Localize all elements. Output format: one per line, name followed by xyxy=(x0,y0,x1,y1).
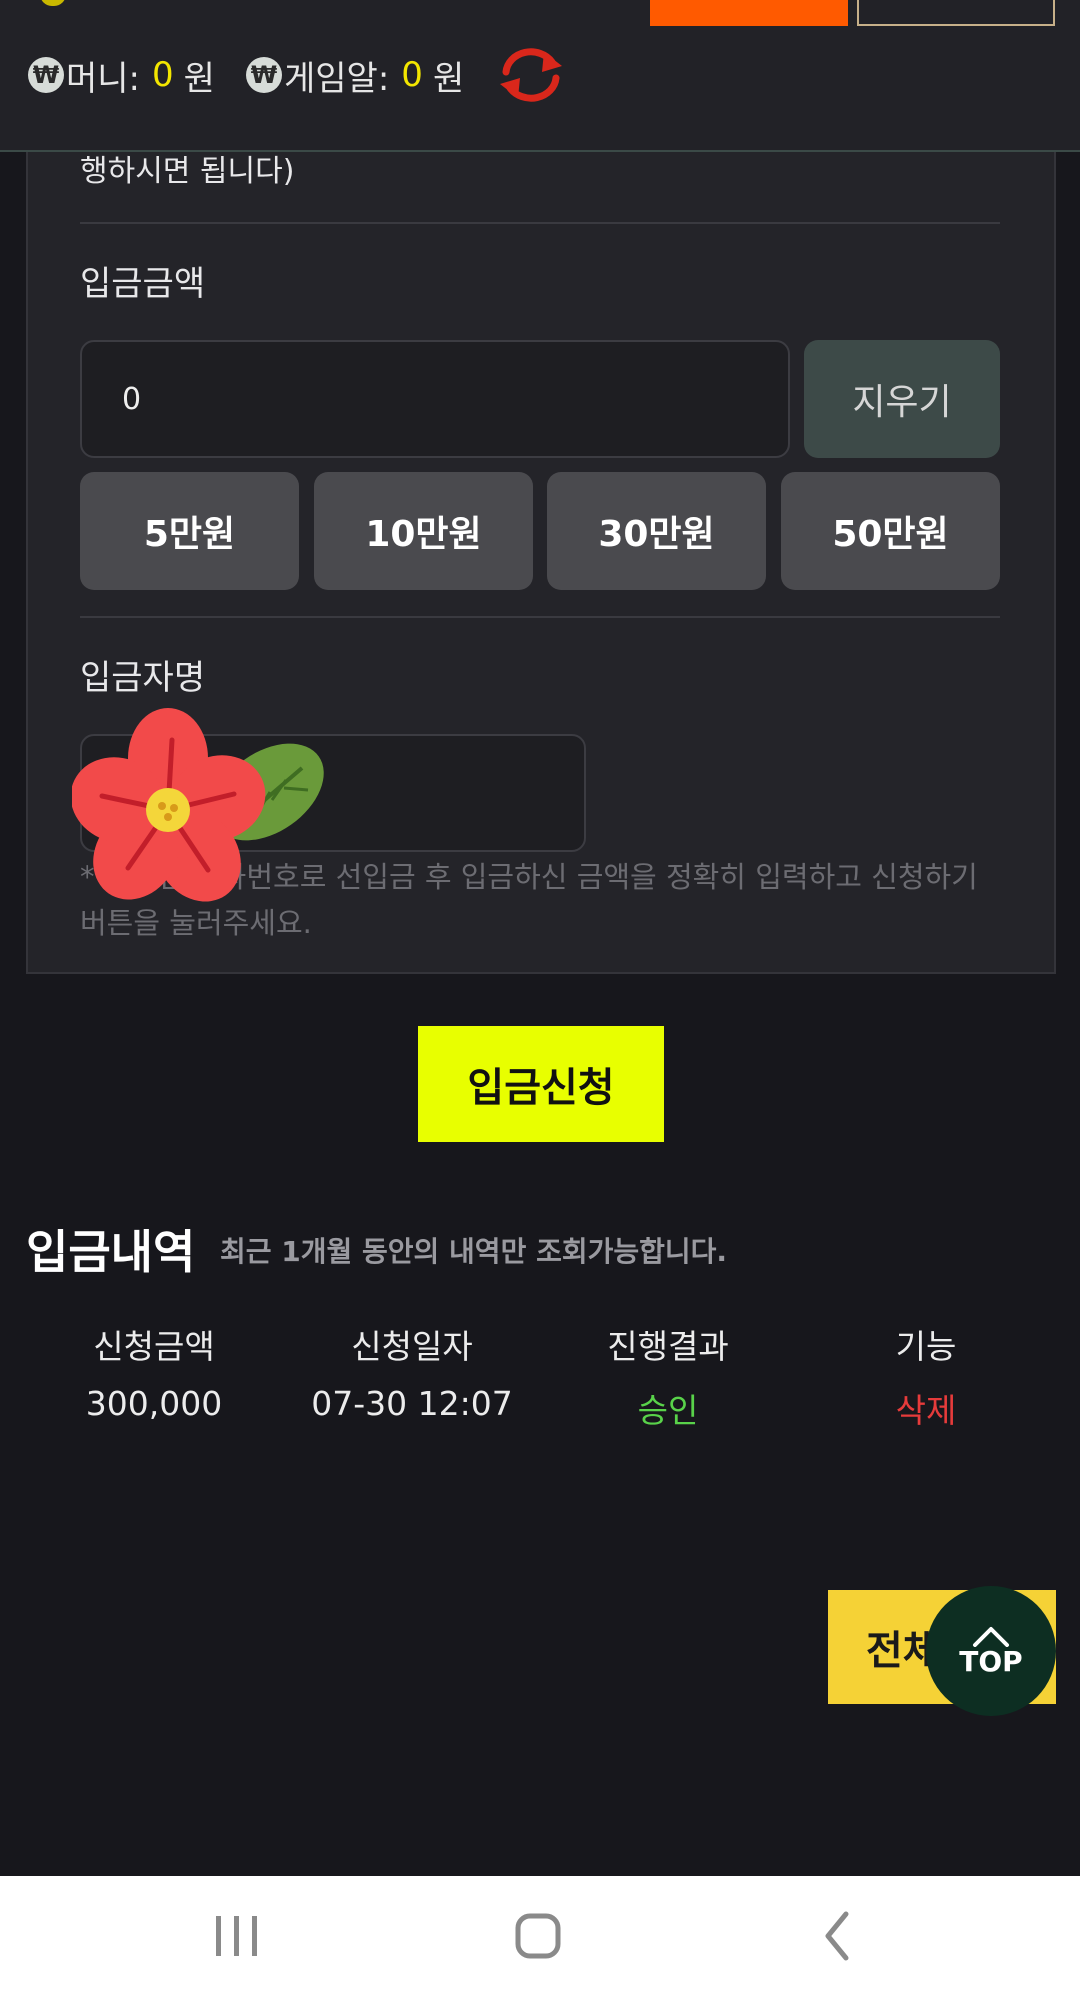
preset-30man-button[interactable]: 30만원 xyxy=(547,472,766,590)
divider xyxy=(80,616,1000,618)
instruction-tail-text: 행하시면 됩니다) xyxy=(80,154,295,189)
row-amount: 300,000 xyxy=(85,1384,223,1423)
column-header-date: 신청일자 xyxy=(351,1327,473,1366)
chevron-up-icon xyxy=(973,1626,1009,1647)
top-header: ₩ 머니: 0 원 ₩ 게임알: 0 원 xyxy=(0,0,1080,152)
flower-sticker-icon xyxy=(72,708,324,902)
money-currency: 원 xyxy=(183,58,215,99)
header-outline-button[interactable] xyxy=(857,0,1055,26)
header-orange-button[interactable] xyxy=(650,0,848,26)
clear-button[interactable]: 지우기 xyxy=(804,340,1000,458)
home-icon[interactable] xyxy=(498,1906,578,1966)
back-icon[interactable] xyxy=(800,1906,880,1966)
preset-50man-button[interactable]: 50만원 xyxy=(781,472,1000,590)
game-currency: 원 xyxy=(432,58,465,99)
divider xyxy=(80,222,1000,224)
scroll-top-button[interactable]: TOP xyxy=(926,1586,1056,1716)
top-label: TOP xyxy=(959,1644,1023,1678)
recent-apps-icon[interactable] xyxy=(196,1906,276,1966)
column-header-result: 진행결과 xyxy=(607,1327,729,1366)
money-value: 0 xyxy=(152,55,174,95)
preset-10man-button[interactable]: 10만원 xyxy=(314,472,533,590)
history-subtitle: 최근 1개월 동안의 내역만 조회가능합니다. xyxy=(220,1235,728,1268)
money-balance: ₩ 머니: 0 원 xyxy=(28,52,215,99)
column-header-amount: 신청금액 xyxy=(93,1327,215,1366)
row-delete-button[interactable]: 삭제 xyxy=(798,1384,1054,1432)
amount-label: 입금금액 xyxy=(80,264,206,304)
logo-icon xyxy=(40,0,66,6)
won-icon: ₩ xyxy=(246,57,282,93)
row-result-status: 승인 xyxy=(637,1391,699,1430)
game-value: 0 xyxy=(401,55,423,95)
preset-5man-button[interactable]: 5만원 xyxy=(80,472,299,590)
history-title: 입금내역 xyxy=(26,1225,196,1279)
deposit-submit-button[interactable]: 입금신청 xyxy=(418,1026,664,1142)
refresh-icon[interactable] xyxy=(492,42,570,108)
depositor-name-label: 입금자명 xyxy=(80,658,206,698)
game-balance: ₩ 게임알: 0 원 xyxy=(246,52,465,99)
system-navigation-bar xyxy=(0,1876,1080,2001)
game-label: 게임알: xyxy=(284,58,390,99)
row-date: 07-30 12:07 xyxy=(311,1384,513,1423)
won-icon: ₩ xyxy=(28,57,64,93)
column-header-action: 기능 xyxy=(895,1327,957,1366)
money-label: 머니: xyxy=(66,58,141,99)
amount-input[interactable] xyxy=(80,340,790,458)
